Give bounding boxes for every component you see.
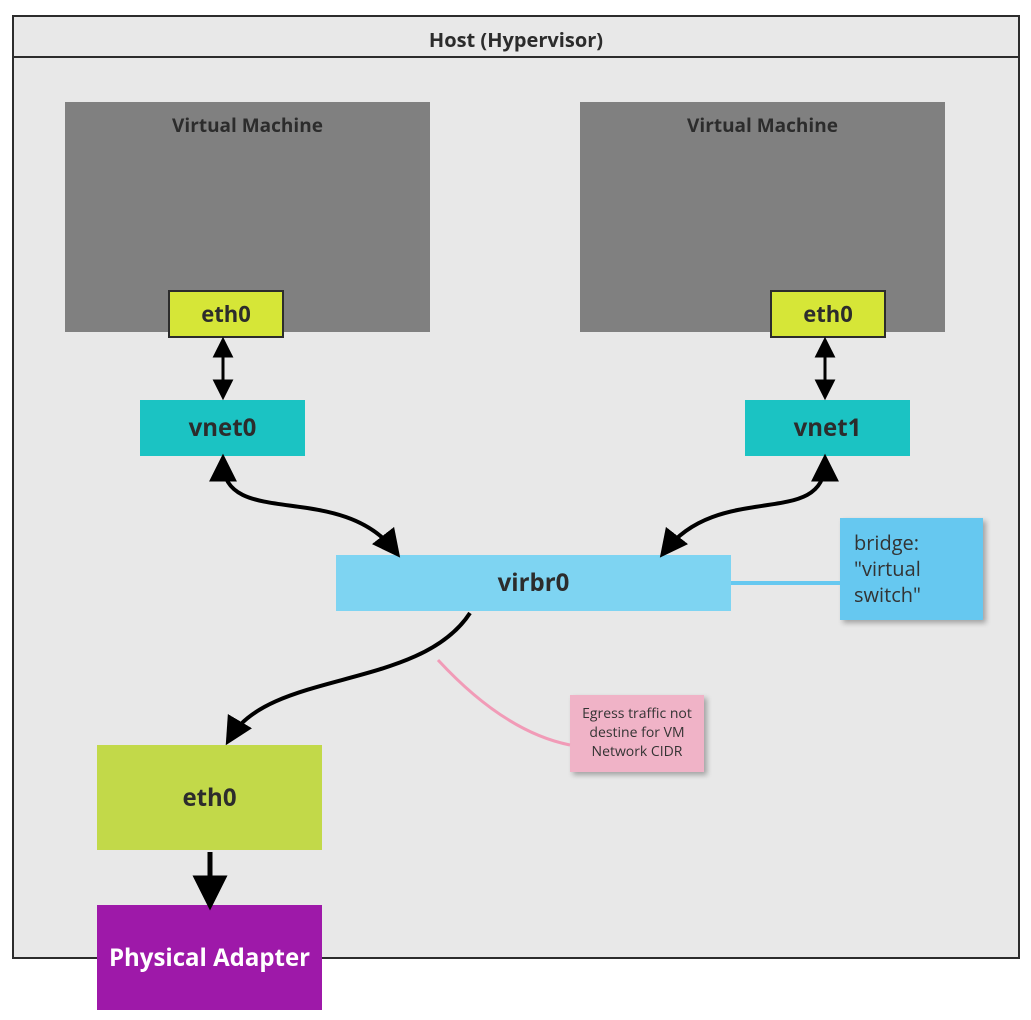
diagram-stage: Host (Hypervisor) Virtual Machine eth0 V… xyxy=(0,0,1031,1020)
connector-vnet1-virbr0 xyxy=(665,462,825,551)
connector-virbr0-eth0 xyxy=(230,613,470,738)
connector-layer xyxy=(0,0,1031,1020)
connector-egress-note xyxy=(438,660,570,745)
connector-vnet0-virbr0 xyxy=(223,462,395,551)
